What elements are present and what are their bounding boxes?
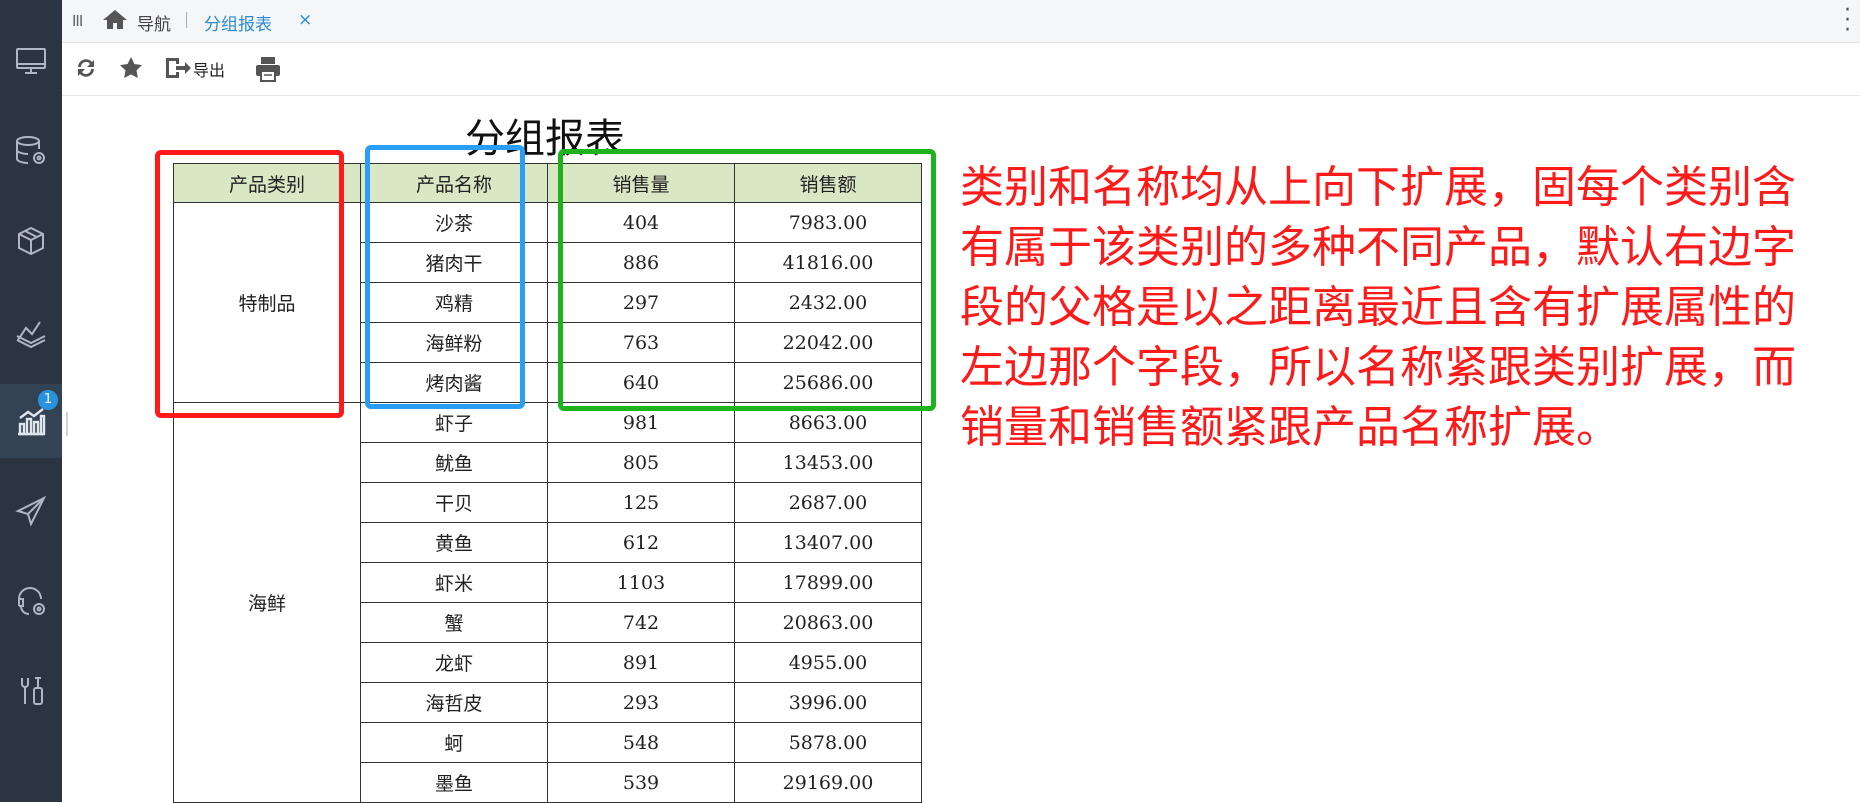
product-name-cell: 鱿鱼: [360, 442, 548, 483]
quantity-cell: 539: [547, 762, 735, 803]
category-cell: 海鲜: [173, 402, 361, 803]
annotation-text: 类别和名称均从上向下扩展，固每个类别含 有属于该类别的多种不同产品，默认右边字 …: [960, 158, 1860, 458]
product-name-cell: 蟹: [360, 602, 548, 643]
annotation-line: 有属于该类别的多种不同产品，默认右边字: [960, 222, 1796, 273]
sidebar-resize-handle[interactable]: [66, 412, 68, 436]
quantity-cell: 805: [547, 442, 735, 483]
notification-badge: 1: [38, 390, 58, 410]
home-icon[interactable]: [102, 8, 128, 30]
amount-cell: 2687.00: [734, 482, 922, 523]
quantity-cell: 125: [547, 482, 735, 523]
sidebar-item-tools[interactable]: [0, 654, 62, 728]
product-name-cell: 海哲皮: [360, 682, 548, 723]
quantity-cell: 612: [547, 522, 735, 563]
annotation-line: 类别和名称均从上向下扩展，固每个类别含: [960, 162, 1796, 213]
support-gear-icon: [18, 587, 45, 615]
more-vertical-icon[interactable]: · · ·: [1844, 0, 1851, 42]
product-name-cell: 黄鱼: [360, 522, 548, 563]
export-icon[interactable]: [164, 55, 192, 81]
quantity-cell: 548: [547, 722, 735, 763]
cube-icon: [18, 226, 44, 256]
report-toolbar: 导出: [62, 43, 1860, 96]
tab-group-report[interactable]: 分组报表: [204, 10, 272, 35]
menu-toggle-icon[interactable]: III: [72, 12, 83, 30]
quantity-cell: 742: [547, 602, 735, 643]
amount-cell: 13407.00: [734, 522, 922, 563]
tools-icon: [21, 677, 43, 705]
sidebar-item-analysis[interactable]: [0, 294, 62, 368]
category-highlight-box: [155, 150, 344, 418]
layers-chart-icon: [16, 321, 46, 348]
sales-highlight-box: [558, 149, 936, 411]
amount-cell: 29169.00: [734, 762, 922, 803]
star-icon[interactable]: [118, 55, 144, 81]
quantity-cell: 1103: [547, 562, 735, 603]
product-name-cell: 蚵: [360, 722, 548, 763]
tab-close-icon[interactable]: ×: [298, 10, 312, 30]
refresh-icon[interactable]: [74, 55, 98, 81]
quantity-cell: 293: [547, 682, 735, 723]
amount-cell: 13453.00: [734, 442, 922, 483]
sidebar-item-model[interactable]: [0, 204, 62, 278]
amount-cell: 17899.00: [734, 562, 922, 603]
amount-cell: 5878.00: [734, 722, 922, 763]
sidebar-item-support[interactable]: [0, 564, 62, 638]
sidebar-item-display[interactable]: [0, 24, 62, 98]
product-name-cell: 墨鱼: [360, 762, 548, 803]
name-highlight-box: [365, 145, 525, 409]
tab-bar: III 导航 分组报表 × · · ·: [62, 0, 1860, 43]
sidebar-item-report[interactable]: 1: [0, 384, 62, 458]
amount-cell: 3996.00: [734, 682, 922, 723]
sidebar-item-publish[interactable]: [0, 474, 62, 548]
send-icon: [15, 495, 47, 527]
amount-cell: 4955.00: [734, 642, 922, 683]
tab-separator: [186, 12, 187, 28]
amount-cell: 20863.00: [734, 602, 922, 643]
left-sidebar: 1: [0, 0, 62, 802]
quantity-cell: 891: [547, 642, 735, 683]
print-icon[interactable]: [254, 55, 282, 83]
annotation-line: 段的父格是以之距离最近且含有扩展属性的: [960, 282, 1796, 333]
sidebar-item-data-source[interactable]: [0, 114, 62, 188]
annotation-line: 销量和销售额紧跟产品名称扩展。: [960, 402, 1620, 453]
annotation-line: 左边那个字段，所以名称紧跟类别扩展，而: [960, 342, 1796, 393]
tab-navigation[interactable]: 导航: [137, 10, 171, 35]
database-gear-icon: [16, 136, 45, 164]
product-name-cell: 干贝: [360, 482, 548, 523]
monitor-icon: [16, 48, 46, 74]
export-button-label[interactable]: 导出: [193, 57, 225, 81]
product-name-cell: 虾米: [360, 562, 548, 603]
product-name-cell: 龙虾: [360, 642, 548, 683]
